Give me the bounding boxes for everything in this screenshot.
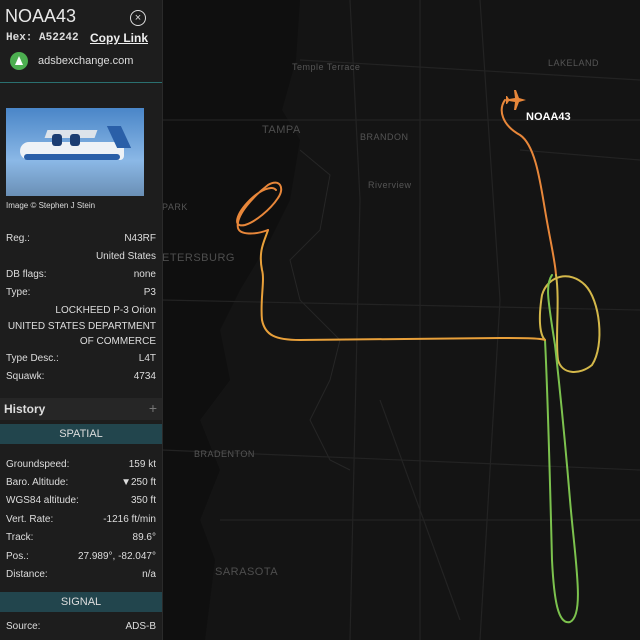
detail-country: United States bbox=[95, 251, 156, 262]
detail-owner-line1: UNITED STATES DEPARTMENT bbox=[7, 321, 156, 332]
detail-value-reg: N43RF bbox=[124, 233, 156, 244]
history-title: History bbox=[4, 402, 46, 416]
city-label-park: PARK bbox=[162, 202, 188, 212]
photo-credit: Image © Stephen J Stein bbox=[6, 201, 96, 210]
city-label-lakeland: LAKELAND bbox=[548, 58, 600, 68]
signal-section-header[interactable]: SIGNAL bbox=[0, 592, 162, 612]
hex-label: Hex: bbox=[6, 32, 33, 44]
spatial-section-header[interactable]: SPATIAL bbox=[0, 424, 162, 444]
detail-row-reg: Reg.: N43RF bbox=[0, 230, 162, 248]
city-label-tampa: TAMPA bbox=[262, 124, 301, 136]
aircraft-info-panel: NOAA43 × Hex: A52242 Copy Link adsbexcha… bbox=[0, 0, 163, 640]
photo-plane-engine bbox=[52, 134, 62, 146]
photo-plane-stripe bbox=[24, 154, 120, 160]
spatial-value-vert-rate: -1216 ft/min bbox=[103, 514, 156, 525]
close-icon[interactable]: × bbox=[130, 10, 146, 26]
detail-row-db-flags: DB flags: none bbox=[0, 266, 162, 284]
city-label-bradenton: BRADENTON bbox=[194, 449, 255, 459]
detail-value-db-flags: none bbox=[133, 269, 156, 280]
copy-link-button[interactable]: Copy Link bbox=[90, 31, 148, 45]
spatial-row: Vert. Rate: -1216 ft/min bbox=[0, 511, 162, 529]
spatial-row: Baro. Altitude: ▼250 ft bbox=[0, 474, 162, 492]
detail-label: Squawk: bbox=[6, 371, 45, 382]
spatial-row: Distance: n/a bbox=[0, 566, 162, 584]
signal-value-source: ADS-B bbox=[125, 621, 156, 632]
city-label-st-petersburg: ETERSBURG bbox=[162, 252, 235, 264]
site-link[interactable]: adsbexchange.com bbox=[38, 55, 133, 67]
spatial-value-baro-altitude: ▼250 ft bbox=[121, 477, 156, 488]
aircraft-photo[interactable] bbox=[6, 108, 144, 196]
spatial-row: Pos.: 27.989°, -82.047° bbox=[0, 548, 162, 566]
detail-label: DB flags: bbox=[6, 269, 47, 280]
adsbexchange-logo-icon bbox=[10, 52, 28, 70]
detail-row-type-desc: Type Desc.: L4T bbox=[0, 350, 162, 368]
detail-row-squawk: Squawk: 4734 bbox=[0, 368, 162, 386]
spatial-value-groundspeed: 159 kt bbox=[128, 459, 156, 470]
spatial-value-position: 27.989°, -82.047° bbox=[77, 551, 156, 562]
coastline bbox=[289, 149, 351, 471]
detail-owner-line2: OF COMMERCE bbox=[79, 336, 156, 347]
spatial-label: Distance: bbox=[6, 569, 48, 580]
detail-model: LOCKHEED P-3 Orion bbox=[55, 305, 156, 316]
signal-label: Source: bbox=[6, 621, 41, 632]
aircraft-label: NOAA43 bbox=[526, 111, 571, 123]
spatial-label: Vert. Rate: bbox=[6, 514, 54, 525]
detail-value-type-desc: L4T bbox=[138, 353, 156, 364]
detail-value-type: P3 bbox=[143, 287, 156, 298]
spatial-label: WGS84 altitude: bbox=[6, 495, 79, 506]
spatial-row: Track: 89.6° bbox=[0, 529, 162, 547]
city-label-brandon: BRANDON bbox=[360, 132, 409, 142]
spatial-row: WGS84 altitude: 350 ft bbox=[0, 492, 162, 510]
callsign-title: NOAA43 bbox=[5, 6, 77, 26]
history-section-header[interactable]: History + bbox=[0, 398, 162, 420]
spatial-label: Pos.: bbox=[6, 551, 29, 562]
detail-label: Reg.: bbox=[6, 233, 30, 244]
detail-row-type: Type: P3 bbox=[0, 284, 162, 302]
spatial-value-distance: n/a bbox=[142, 569, 156, 580]
detail-value-squawk: 4734 bbox=[133, 371, 156, 382]
spatial-label: Baro. Altitude: bbox=[6, 477, 69, 488]
spatial-value-track: 89.6° bbox=[132, 532, 156, 543]
spatial-row: Groundspeed: 159 kt bbox=[0, 456, 162, 474]
gulf-water bbox=[162, 0, 300, 640]
panel-header: NOAA43 × Hex: A52242 Copy Link adsbexcha… bbox=[0, 0, 162, 83]
spatial-value-wgs84-altitude: 350 ft bbox=[130, 495, 156, 506]
hex-code: Hex: A52242 bbox=[6, 32, 79, 44]
city-label-riverview: Riverview bbox=[368, 180, 412, 190]
city-label-sarasota: SARASOTA bbox=[215, 566, 279, 578]
plus-icon[interactable]: + bbox=[149, 400, 157, 416]
hex-value: A52242 bbox=[39, 32, 79, 44]
city-label-temple-terrace: Temple Terrace bbox=[292, 62, 361, 72]
spatial-label: Track: bbox=[6, 532, 34, 543]
aircraft-marker[interactable] bbox=[506, 90, 526, 110]
spatial-label: Groundspeed: bbox=[6, 459, 70, 470]
signal-row: Source: ADS-B bbox=[0, 618, 162, 636]
detail-label: Type: bbox=[6, 287, 31, 298]
aircraft-details: Reg.: N43RF United States DB flags: none… bbox=[0, 230, 162, 386]
detail-label: Type Desc.: bbox=[6, 353, 59, 364]
photo-plane-engine bbox=[70, 134, 80, 146]
